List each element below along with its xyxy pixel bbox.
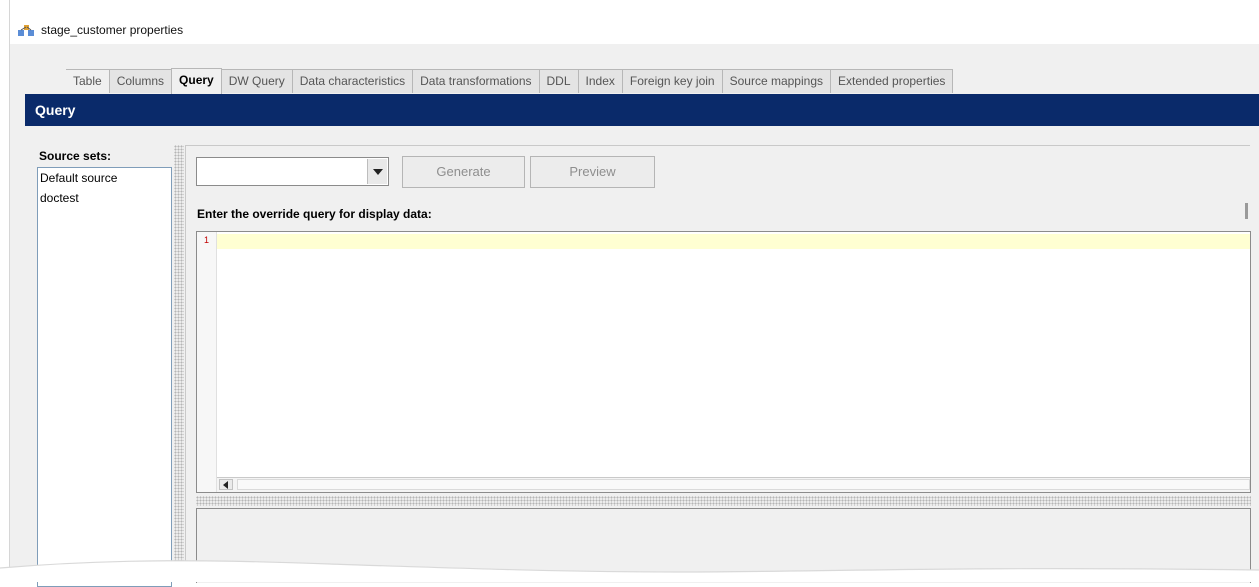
list-item[interactable]: Default source — [38, 168, 171, 188]
tab-foreign-key-join[interactable]: Foreign key join — [621, 69, 723, 93]
window-title: stage_customer properties — [41, 23, 184, 37]
source-combo[interactable] — [196, 157, 389, 186]
torn-edge-decoration — [0, 560, 1259, 582]
tab-index[interactable]: Index — [577, 69, 623, 93]
section-header: Query — [25, 94, 1259, 126]
line-number: 1 — [204, 235, 210, 245]
source-sets-panel: Source sets: Default source doctest — [36, 145, 174, 587]
title-bar: stage_customer properties — [10, 0, 1259, 44]
chevron-down-icon — [373, 169, 383, 175]
tab-query[interactable]: Query — [171, 68, 222, 94]
tab-columns[interactable]: Columns — [108, 69, 173, 93]
query-editor[interactable]: 1 — [196, 231, 1251, 493]
list-item[interactable]: doctest — [38, 188, 171, 208]
generate-button-label: Generate — [436, 164, 491, 179]
tab-source-mappings[interactable]: Source mappings — [721, 69, 831, 93]
preview-button[interactable]: Preview — [530, 156, 655, 188]
override-query-label: Enter the override query for display dat… — [197, 207, 432, 221]
horizontal-scrollbar[interactable] — [217, 477, 1250, 492]
app-icon — [18, 25, 34, 36]
toolbar-edge-handle — [1245, 203, 1248, 219]
scroll-left-button[interactable] — [219, 479, 233, 490]
tab-extended-properties[interactable]: Extended properties — [830, 69, 954, 93]
tab-dw-query[interactable]: DW Query — [220, 69, 293, 93]
query-panel: Generate Preview Enter the override quer… — [185, 145, 1251, 583]
tab-table[interactable]: Table — [66, 69, 110, 93]
line-gutter: 1 — [197, 232, 217, 492]
current-line-highlight[interactable] — [217, 234, 1250, 249]
vertical-splitter[interactable] — [174, 145, 184, 582]
combo-dropdown-button[interactable] — [367, 159, 387, 184]
source-sets-label: Source sets: — [39, 149, 112, 163]
scroll-thumb[interactable] — [237, 479, 1250, 490]
tab-strip: Table Columns Query DW Query Data charac… — [66, 68, 954, 94]
tab-data-transformations[interactable]: Data transformations — [412, 69, 540, 93]
source-sets-list[interactable]: Default source doctest — [37, 167, 172, 587]
preview-button-label: Preview — [569, 164, 616, 179]
horizontal-splitter[interactable] — [196, 496, 1251, 506]
arrow-left-icon — [223, 481, 228, 489]
tab-data-characteristics[interactable]: Data characteristics — [291, 69, 414, 93]
tab-ddl[interactable]: DDL — [538, 69, 579, 93]
generate-button[interactable]: Generate — [402, 156, 525, 188]
